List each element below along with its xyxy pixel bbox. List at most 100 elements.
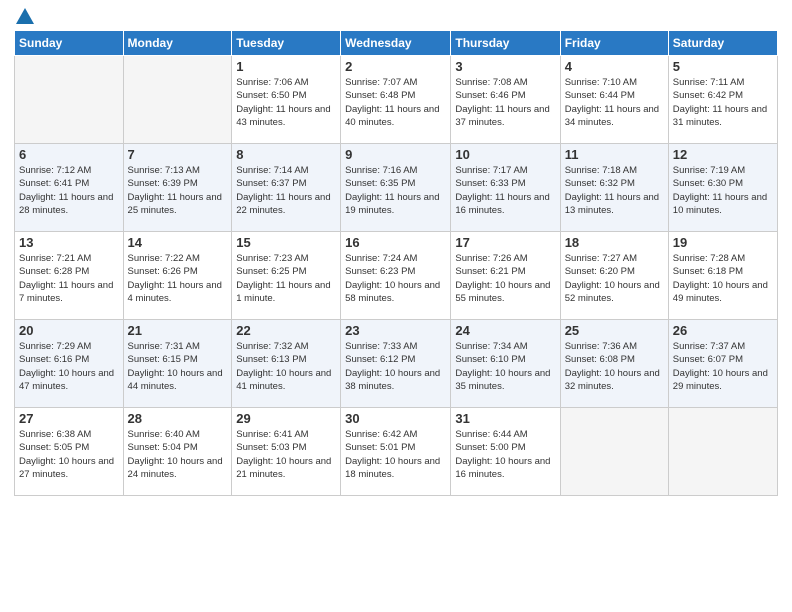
calendar-cell: 23 Sunrise: 7:33 AM Sunset: 6:12 PM Dayli… bbox=[341, 320, 451, 408]
calendar-cell: 2Sunrise: 7:07 AM Sunset: 6:48 PM Daylig… bbox=[341, 56, 451, 144]
day-number: 28 bbox=[128, 411, 228, 426]
day-number: 23 bbox=[345, 323, 446, 338]
day-info: Sunrise: 7:24 AM Sunset: 6:23 PM Dayligh… bbox=[345, 252, 446, 305]
day-info: Sunrise: 7:29 AM Sunset: 6:16 PM Dayligh… bbox=[19, 340, 119, 393]
day-info: Sunrise: 6:41 AM Sunset: 5:03 PM Dayligh… bbox=[236, 428, 336, 481]
logo bbox=[14, 10, 34, 24]
day-number: 15 bbox=[236, 235, 336, 250]
calendar-cell: 18 Sunrise: 7:27 AM Sunset: 6:20 PM Dayli… bbox=[560, 232, 668, 320]
day-info: Sunrise: 7:13 AM Sunset: 6:39 PM Dayligh… bbox=[128, 164, 228, 217]
day-info: Sunrise: 7:18 AM Sunset: 6:32 PM Dayligh… bbox=[565, 164, 664, 217]
calendar-cell: 1 Sunrise: 7:06 AM Sunset: 6:50 PM Daylig… bbox=[232, 56, 341, 144]
day-number: 7 bbox=[128, 147, 228, 162]
calendar-cell: 9 Sunrise: 7:16 AM Sunset: 6:35 PM Daylig… bbox=[341, 144, 451, 232]
calendar-cell bbox=[560, 408, 668, 496]
day-number: 11 bbox=[565, 147, 664, 162]
calendar: SundayMondayTuesdayWednesdayThursdayFrid… bbox=[14, 30, 778, 496]
day-number: 12 bbox=[673, 147, 773, 162]
day-number: 6 bbox=[19, 147, 119, 162]
calendar-cell: 5 Sunrise: 7:11 AM Sunset: 6:42 PM Daylig… bbox=[668, 56, 777, 144]
day-info: Sunrise: 7:08 AM Sunset: 6:46 PM Dayligh… bbox=[455, 76, 555, 129]
calendar-cell: 24 Sunrise: 7:34 AM Sunset: 6:10 PM Dayli… bbox=[451, 320, 560, 408]
day-number: 2 bbox=[345, 59, 446, 74]
weekday-header-sunday: Sunday bbox=[15, 31, 124, 56]
day-number: 3 bbox=[455, 59, 555, 74]
weekday-header-tuesday: Tuesday bbox=[232, 31, 341, 56]
day-number: 19 bbox=[673, 235, 773, 250]
weekday-header-row: SundayMondayTuesdayWednesdayThursdayFrid… bbox=[15, 31, 778, 56]
calendar-cell: 6 Sunrise: 7:12 AM Sunset: 6:41 PM Daylig… bbox=[15, 144, 124, 232]
calendar-cell: 7 Sunrise: 7:13 AM Sunset: 6:39 PM Daylig… bbox=[123, 144, 232, 232]
day-number: 18 bbox=[565, 235, 664, 250]
day-info: Sunrise: 7:11 AM Sunset: 6:42 PM Dayligh… bbox=[673, 76, 773, 129]
day-number: 20 bbox=[19, 323, 119, 338]
calendar-cell: 31 Sunrise: 6:44 AM Sunset: 5:00 PM Dayli… bbox=[451, 408, 560, 496]
week-row-1: 6 Sunrise: 7:12 AM Sunset: 6:41 PM Daylig… bbox=[15, 144, 778, 232]
day-info: Sunrise: 7:37 AM Sunset: 6:07 PM Dayligh… bbox=[673, 340, 773, 393]
calendar-cell: 28 Sunrise: 6:40 AM Sunset: 5:04 PM Dayli… bbox=[123, 408, 232, 496]
day-number: 8 bbox=[236, 147, 336, 162]
calendar-cell: 16Sunrise: 7:24 AM Sunset: 6:23 PM Dayli… bbox=[341, 232, 451, 320]
week-row-2: 13Sunrise: 7:21 AM Sunset: 6:28 PM Dayli… bbox=[15, 232, 778, 320]
day-info: Sunrise: 7:28 AM Sunset: 6:18 PM Dayligh… bbox=[673, 252, 773, 305]
day-number: 1 bbox=[236, 59, 336, 74]
day-number: 17 bbox=[455, 235, 555, 250]
calendar-cell: 20 Sunrise: 7:29 AM Sunset: 6:16 PM Dayli… bbox=[15, 320, 124, 408]
week-row-3: 20 Sunrise: 7:29 AM Sunset: 6:16 PM Dayli… bbox=[15, 320, 778, 408]
day-number: 29 bbox=[236, 411, 336, 426]
calendar-cell: 19 Sunrise: 7:28 AM Sunset: 6:18 PM Dayli… bbox=[668, 232, 777, 320]
day-info: Sunrise: 7:14 AM Sunset: 6:37 PM Dayligh… bbox=[236, 164, 336, 217]
day-info: Sunrise: 7:21 AM Sunset: 6:28 PM Dayligh… bbox=[19, 252, 119, 305]
calendar-cell bbox=[668, 408, 777, 496]
weekday-header-friday: Friday bbox=[560, 31, 668, 56]
day-number: 22 bbox=[236, 323, 336, 338]
day-info: Sunrise: 7:22 AM Sunset: 6:26 PM Dayligh… bbox=[128, 252, 228, 305]
day-info: Sunrise: 7:10 AM Sunset: 6:44 PM Dayligh… bbox=[565, 76, 664, 129]
day-number: 9 bbox=[345, 147, 446, 162]
calendar-cell: 11 Sunrise: 7:18 AM Sunset: 6:32 PM Dayli… bbox=[560, 144, 668, 232]
header bbox=[14, 10, 778, 24]
calendar-cell: 25 Sunrise: 7:36 AM Sunset: 6:08 PM Dayli… bbox=[560, 320, 668, 408]
day-info: Sunrise: 7:23 AM Sunset: 6:25 PM Dayligh… bbox=[236, 252, 336, 305]
day-number: 14 bbox=[128, 235, 228, 250]
logo-triangle-icon bbox=[16, 8, 34, 24]
day-info: Sunrise: 6:44 AM Sunset: 5:00 PM Dayligh… bbox=[455, 428, 555, 481]
day-info: Sunrise: 6:40 AM Sunset: 5:04 PM Dayligh… bbox=[128, 428, 228, 481]
day-number: 4 bbox=[565, 59, 664, 74]
weekday-header-wednesday: Wednesday bbox=[341, 31, 451, 56]
day-info: Sunrise: 7:19 AM Sunset: 6:30 PM Dayligh… bbox=[673, 164, 773, 217]
calendar-cell: 12 Sunrise: 7:19 AM Sunset: 6:30 PM Dayli… bbox=[668, 144, 777, 232]
calendar-cell: 27Sunrise: 6:38 AM Sunset: 5:05 PM Dayli… bbox=[15, 408, 124, 496]
week-row-4: 27Sunrise: 6:38 AM Sunset: 5:05 PM Dayli… bbox=[15, 408, 778, 496]
calendar-cell bbox=[123, 56, 232, 144]
day-info: Sunrise: 6:42 AM Sunset: 5:01 PM Dayligh… bbox=[345, 428, 446, 481]
day-info: Sunrise: 7:17 AM Sunset: 6:33 PM Dayligh… bbox=[455, 164, 555, 217]
day-info: Sunrise: 7:16 AM Sunset: 6:35 PM Dayligh… bbox=[345, 164, 446, 217]
weekday-header-thursday: Thursday bbox=[451, 31, 560, 56]
calendar-cell bbox=[15, 56, 124, 144]
day-number: 21 bbox=[128, 323, 228, 338]
day-number: 5 bbox=[673, 59, 773, 74]
day-number: 25 bbox=[565, 323, 664, 338]
day-number: 24 bbox=[455, 323, 555, 338]
calendar-cell: 29 Sunrise: 6:41 AM Sunset: 5:03 PM Dayli… bbox=[232, 408, 341, 496]
day-info: Sunrise: 7:34 AM Sunset: 6:10 PM Dayligh… bbox=[455, 340, 555, 393]
calendar-cell: 22Sunrise: 7:32 AM Sunset: 6:13 PM Dayli… bbox=[232, 320, 341, 408]
calendar-cell: 26 Sunrise: 7:37 AM Sunset: 6:07 PM Dayli… bbox=[668, 320, 777, 408]
day-number: 31 bbox=[455, 411, 555, 426]
weekday-header-monday: Monday bbox=[123, 31, 232, 56]
day-number: 10 bbox=[455, 147, 555, 162]
day-info: Sunrise: 7:27 AM Sunset: 6:20 PM Dayligh… bbox=[565, 252, 664, 305]
day-info: Sunrise: 6:38 AM Sunset: 5:05 PM Dayligh… bbox=[19, 428, 119, 481]
calendar-cell: 17Sunrise: 7:26 AM Sunset: 6:21 PM Dayli… bbox=[451, 232, 560, 320]
day-info: Sunrise: 7:36 AM Sunset: 6:08 PM Dayligh… bbox=[565, 340, 664, 393]
calendar-cell: 8 Sunrise: 7:14 AM Sunset: 6:37 PM Daylig… bbox=[232, 144, 341, 232]
day-info: Sunrise: 7:33 AM Sunset: 6:12 PM Dayligh… bbox=[345, 340, 446, 393]
day-info: Sunrise: 7:12 AM Sunset: 6:41 PM Dayligh… bbox=[19, 164, 119, 217]
calendar-cell: 30Sunrise: 6:42 AM Sunset: 5:01 PM Dayli… bbox=[341, 408, 451, 496]
day-info: Sunrise: 7:06 AM Sunset: 6:50 PM Dayligh… bbox=[236, 76, 336, 129]
calendar-cell: 15 Sunrise: 7:23 AM Sunset: 6:25 PM Dayli… bbox=[232, 232, 341, 320]
calendar-cell: 3 Sunrise: 7:08 AM Sunset: 6:46 PM Daylig… bbox=[451, 56, 560, 144]
day-number: 26 bbox=[673, 323, 773, 338]
page: SundayMondayTuesdayWednesdayThursdayFrid… bbox=[0, 0, 792, 612]
